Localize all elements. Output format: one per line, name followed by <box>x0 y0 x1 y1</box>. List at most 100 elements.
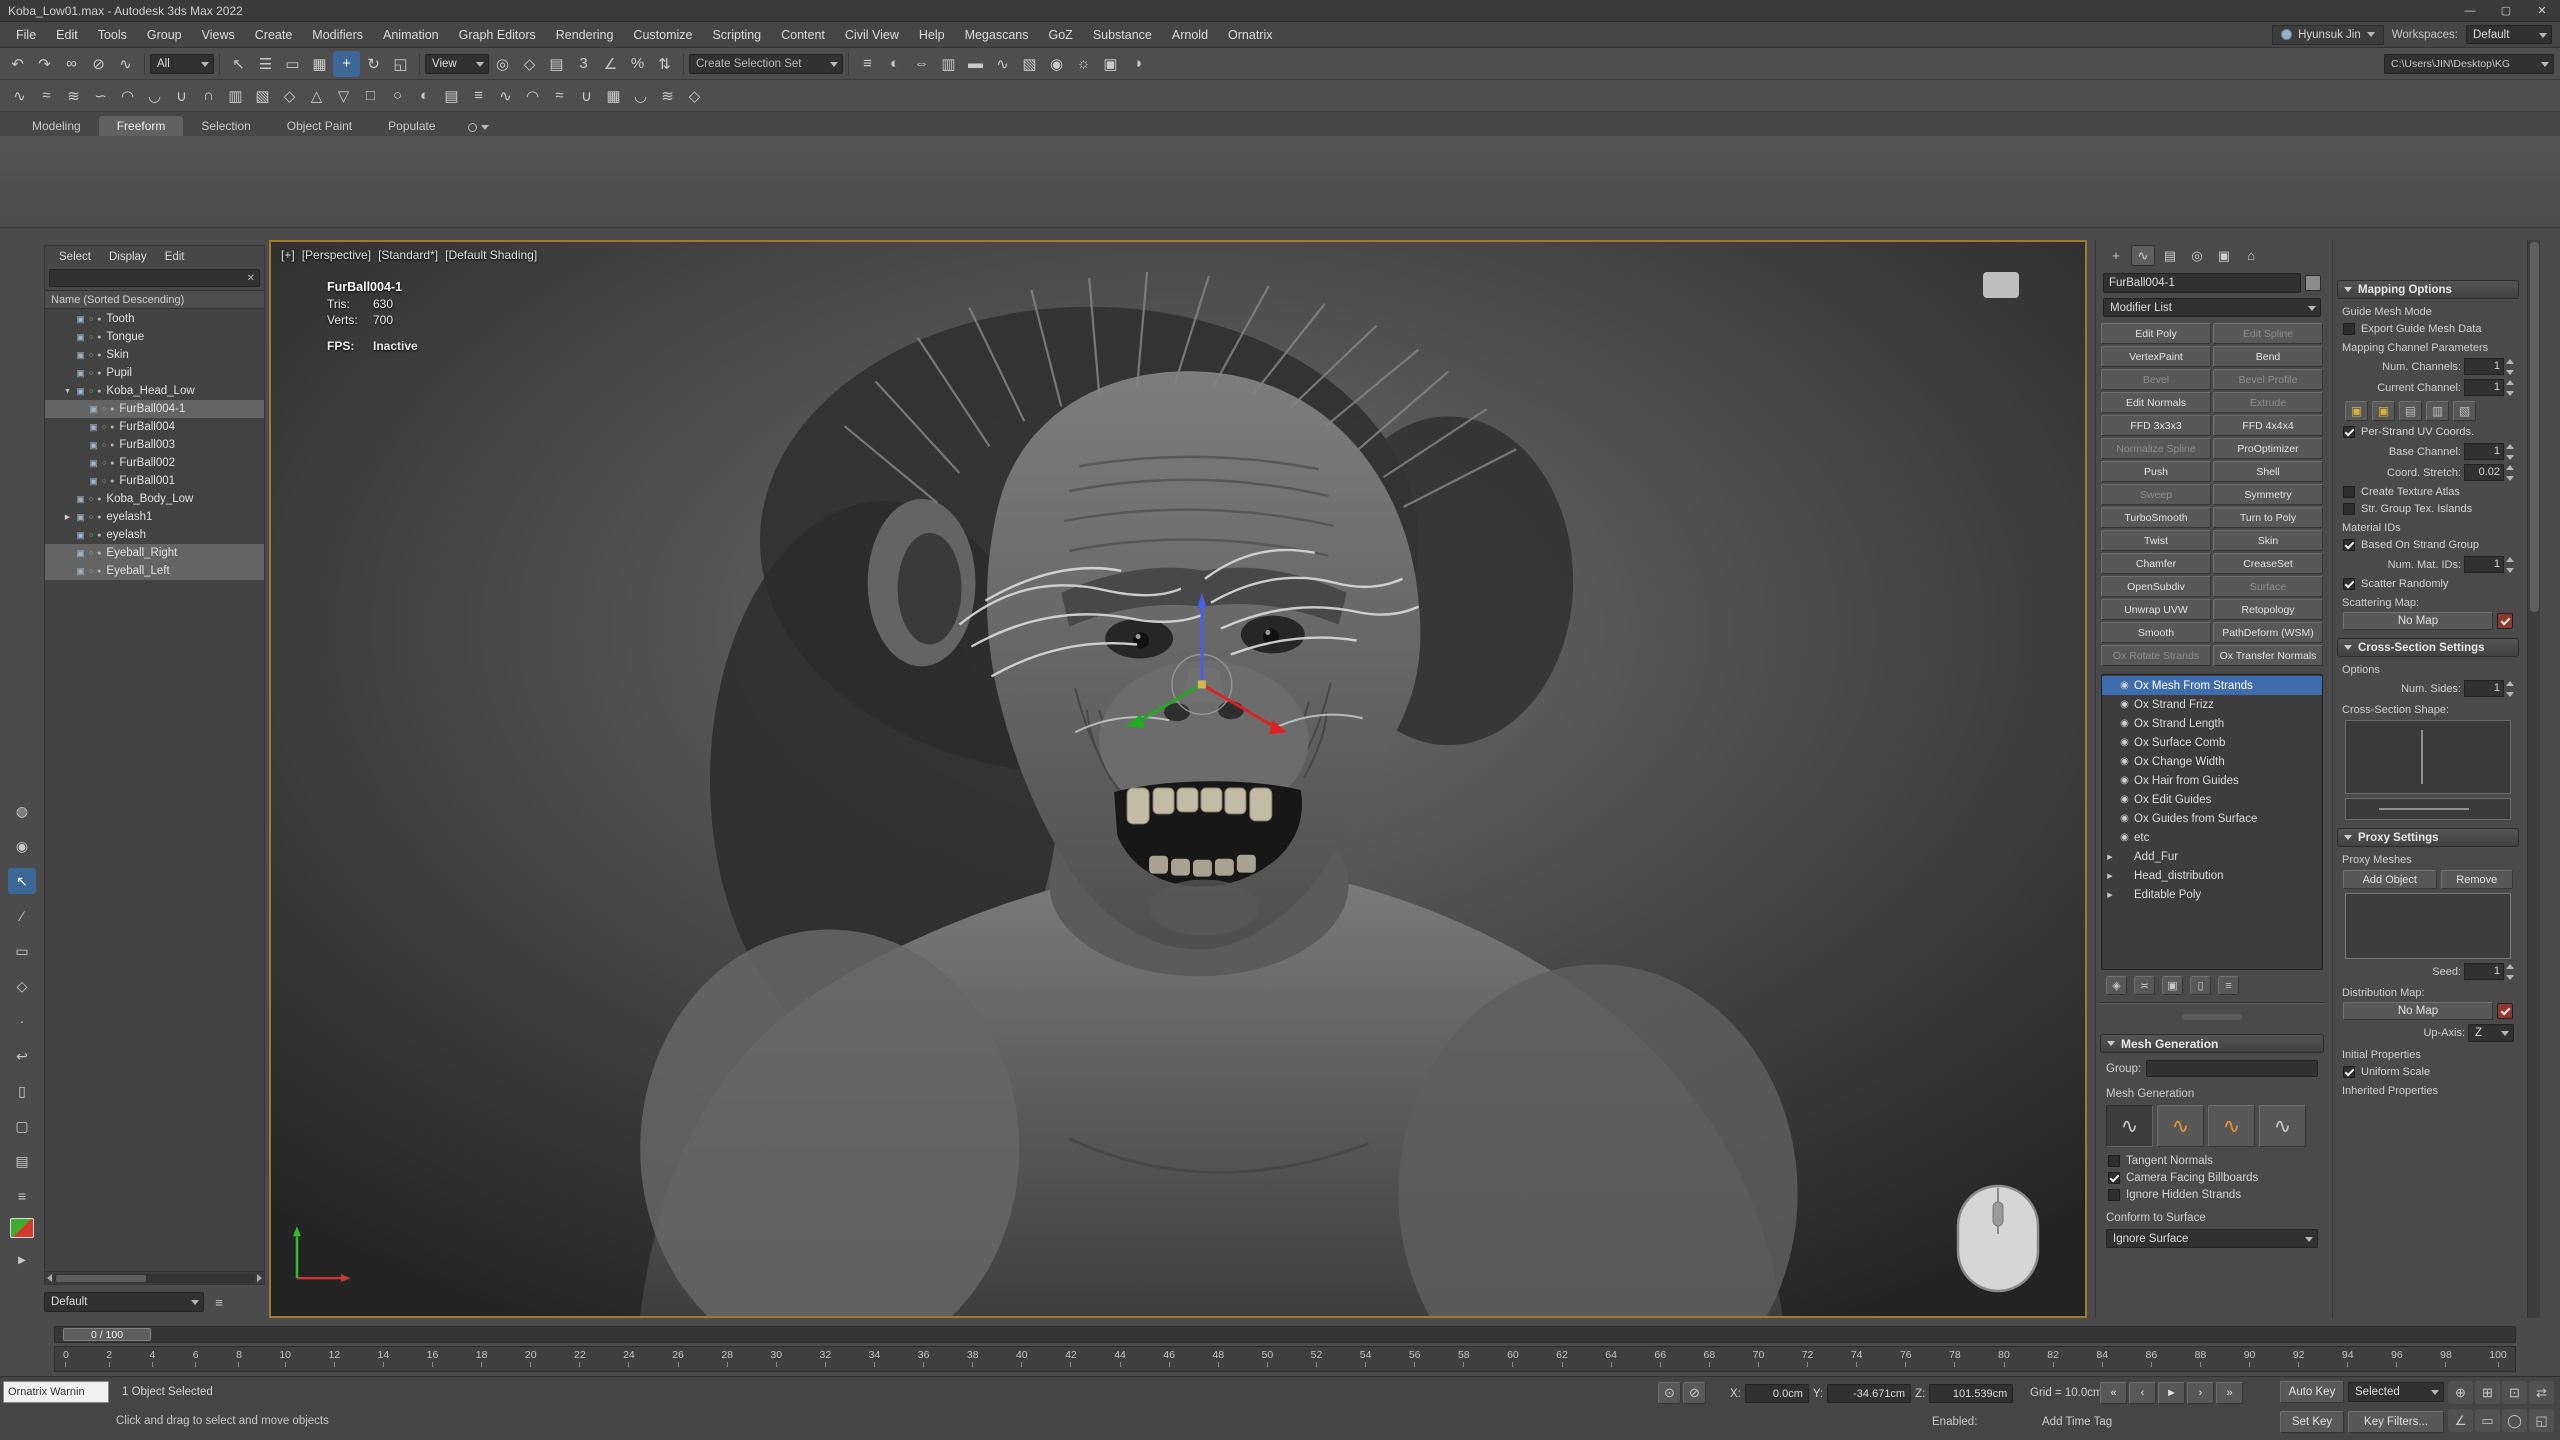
tab-freeform[interactable]: Freeform <box>99 116 184 136</box>
modifier-button[interactable]: TurboSmooth <box>2101 507 2211 528</box>
ornatrix-tool-19-icon[interactable]: ∿ <box>492 83 519 109</box>
scene-object-row[interactable]: ▼ ▣ ○ ● Koba_Head_Low <box>45 382 264 400</box>
ornatrix-tool-04-icon[interactable]: ∽ <box>87 83 114 109</box>
collapse-panel-arrow[interactable]: ▶ <box>8 1247 36 1273</box>
zoom-icon[interactable]: ⊕ <box>2448 1381 2473 1404</box>
expander-icon[interactable]: ▶ <box>2105 891 2115 899</box>
eraser-tool-icon[interactable]: ◇ <box>8 973 36 999</box>
snap-toggle-3d-icon[interactable]: 3 <box>570 51 597 77</box>
visibility-toggles[interactable]: ○ ● <box>102 406 115 413</box>
distribution-map-button[interactable]: No Map <box>2343 1002 2493 1020</box>
modifier-stack-row[interactable]: ◉ Ox Edit Guides <box>2102 790 2322 809</box>
per-strand-uv-checkbox-row[interactable]: Per-Strand UV Coords. <box>2343 426 2513 438</box>
ornatrix-tool-11-icon[interactable]: ◇ <box>276 83 303 109</box>
visibility-eye-icon[interactable]: ◉ <box>2117 680 2132 691</box>
tab-populate[interactable]: Populate <box>370 116 453 136</box>
visibility-toggles[interactable]: ○ ● <box>89 388 102 395</box>
modifier-stack-row[interactable]: ◉ Ox Mesh From Strands <box>2102 676 2322 695</box>
expander-icon[interactable]: ▶ <box>63 513 72 521</box>
modifier-stack-row[interactable]: ◉ Ox Strand Length <box>2102 714 2322 733</box>
menu-item[interactable]: Animation <box>373 24 449 46</box>
explorer-options-icon[interactable]: ≡ <box>208 1292 230 1312</box>
modifier-button[interactable]: Edit Spline <box>2213 323 2323 344</box>
map-enable-swatch[interactable] <box>2497 613 2513 629</box>
reference-coordinate-dropdown[interactable]: View <box>425 54 489 74</box>
y-coordinate-field[interactable]: -34.671cm <box>1827 1384 1911 1403</box>
modifier-button[interactable]: Normalize Spline <box>2101 438 2211 459</box>
scene-object-row[interactable]: ▣ ○ ● Skin <box>45 346 264 364</box>
ornatrix-tool-21-icon[interactable]: ≈ <box>546 83 573 109</box>
modifier-stack-row[interactable]: ◉ Ox Change Width <box>2102 752 2322 771</box>
keyboard-shortcut-override-icon[interactable]: ▤ <box>543 51 570 77</box>
visibility-toggles[interactable]: ○ ● <box>89 316 102 323</box>
project-path-field[interactable]: C:\Users\JIN\Desktop\KG <box>2384 54 2554 74</box>
ribbon-toggle-icon[interactable]: ▬ <box>962 51 989 77</box>
menu-item[interactable]: Ornatrix <box>1218 24 1282 46</box>
next-frame-button[interactable]: › <box>2187 1382 2214 1404</box>
modifier-stack-row[interactable]: ▶ Head_distribution <box>2102 866 2322 885</box>
scroll-left-icon[interactable] <box>47 1274 52 1282</box>
mesh-mode-billboard-icon[interactable]: ∿ <box>2157 1105 2204 1147</box>
create-tab-icon[interactable]: + <box>2104 245 2128 266</box>
hierarchy-tab-icon[interactable]: ▤ <box>2158 245 2182 266</box>
visibility-toggles[interactable]: ○ ● <box>89 334 102 341</box>
scene-object-row[interactable]: ▣ ○ ● FurBall004 <box>45 418 264 436</box>
menu-item[interactable]: Megascans <box>955 24 1039 46</box>
modifier-button[interactable]: Shell <box>2213 461 2323 482</box>
select-and-manipulate-icon[interactable]: ◇ <box>516 51 543 77</box>
viewport[interactable]: [+] [Perspective] [Standard*] [Default S… <box>269 240 2087 1318</box>
maximize-button[interactable]: ▢ <box>2488 0 2524 22</box>
coord-stretch-spinner[interactable]: 0.02 <box>2464 464 2514 481</box>
expander-icon[interactable]: ▼ <box>63 388 72 395</box>
rollout-scroll-indicator[interactable] <box>2182 1014 2242 1020</box>
modifier-button[interactable]: Ox Transfer Normals <box>2213 645 2323 666</box>
modifier-button[interactable]: Sweep <box>2101 484 2211 505</box>
scene-object-row[interactable]: ▣ ○ ● FurBall004-1 <box>45 400 264 418</box>
ribbon-display-toggle[interactable] <box>468 123 489 132</box>
explorer-hscrollbar[interactable] <box>45 1271 264 1284</box>
mesh-mode-strands-icon[interactable]: ∿ <box>2106 1105 2153 1147</box>
visibility-toggles[interactable]: ○ ● <box>89 514 102 521</box>
menu-item[interactable]: Substance <box>1083 24 1162 46</box>
menu-item[interactable]: Edit <box>46 24 88 46</box>
visibility-toggles[interactable]: ○ ● <box>89 370 102 377</box>
scrollbar-thumb[interactable] <box>2530 242 2539 612</box>
maximize-viewport-toggle-icon[interactable]: ◱ <box>2529 1409 2554 1432</box>
scroll-right-icon[interactable] <box>257 1274 262 1282</box>
scene-object-row[interactable]: ▣ ○ ● Eyeball_Right <box>45 544 264 562</box>
modifier-button[interactable]: Push <box>2101 461 2211 482</box>
mirror-icon[interactable]: ◐ <box>881 51 908 77</box>
export-guide-checkbox-row[interactable]: Export Guide Mesh Data <box>2343 323 2513 335</box>
select-and-scale-icon[interactable]: ◱ <box>387 51 414 77</box>
delete-tool-icon[interactable]: ▯ <box>8 1078 36 1104</box>
object-color-swatch[interactable] <box>2305 275 2321 291</box>
modifier-button[interactable]: Chamfer <box>2101 553 2211 574</box>
ornatrix-help-icon[interactable]: ◍ <box>8 798 36 824</box>
ornatrix-tool-06-icon[interactable]: ◡ <box>141 83 168 109</box>
zoom-all-icon[interactable]: ⊞ <box>2475 1381 2500 1404</box>
scene-object-row[interactable]: ▣ ○ ● FurBall002 <box>45 454 264 472</box>
menu-item[interactable]: Modifiers <box>302 24 373 46</box>
modifier-button[interactable]: FFD 4x4x4 <box>2213 415 2323 436</box>
use-pivot-center-icon[interactable]: ◎ <box>489 51 516 77</box>
modifier-button[interactable]: Smooth <box>2101 622 2211 643</box>
show-end-result-icon[interactable]: ≍ <box>2134 976 2155 995</box>
time-slider[interactable]: 0 / 100 <box>54 1326 2516 1343</box>
rendered-frame-icon[interactable]: ▣ <box>1097 51 1124 77</box>
modifier-button[interactable]: VertexPaint <box>2101 346 2211 367</box>
configure-modifier-sets-icon[interactable]: ≡ <box>2218 976 2239 995</box>
select-and-link-icon[interactable]: ∞ <box>58 51 85 77</box>
modifier-stack-row[interactable]: ◉ Ox Hair from Guides <box>2102 771 2322 790</box>
visibility-toggles[interactable]: ○ ● <box>89 496 102 503</box>
remove-button[interactable]: Remove <box>2441 870 2513 889</box>
modifier-button[interactable]: Turn to Poly <box>2213 507 2323 528</box>
modifier-button[interactable]: Symmetry <box>2213 484 2323 505</box>
texture-atlas-checkbox-row[interactable]: Create Texture Atlas <box>2343 486 2513 498</box>
select-by-name-icon[interactable]: ☰ <box>252 51 279 77</box>
redo-icon[interactable]: ↷ <box>31 51 58 77</box>
clear-search-icon[interactable]: ✕ <box>243 273 255 284</box>
menu-item[interactable]: GoZ <box>1039 24 1083 46</box>
modifier-stack-row[interactable]: ◉ etc <box>2102 828 2322 847</box>
menu-item[interactable]: Group <box>137 24 192 46</box>
menu-item[interactable]: File <box>6 24 46 46</box>
